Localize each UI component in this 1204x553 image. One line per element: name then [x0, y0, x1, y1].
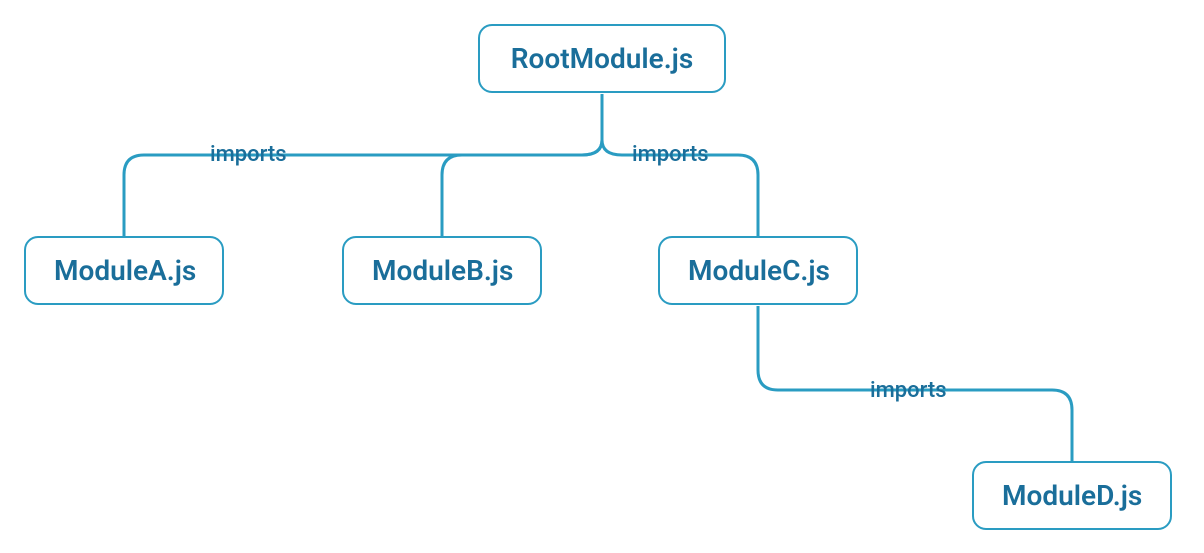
edge-root-to-a	[124, 140, 602, 236]
node-module-d: ModuleD.js	[972, 461, 1172, 530]
edge-label-root-imports-left: imports	[210, 142, 287, 167]
edge-label-c-imports: imports	[870, 378, 947, 403]
edge-label-root-imports-right: imports	[632, 142, 709, 167]
node-module-a: ModuleA.js	[24, 236, 224, 305]
node-module-b: ModuleB.js	[342, 236, 542, 305]
node-module-c: ModuleC.js	[658, 236, 858, 305]
node-root-module: RootModule.js	[478, 24, 726, 93]
edge-root-to-b	[442, 140, 602, 236]
